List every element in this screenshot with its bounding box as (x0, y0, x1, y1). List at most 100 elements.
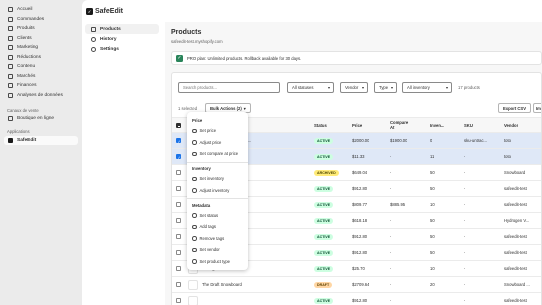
menu-item-add-tags[interactable]: Add tags (187, 221, 248, 233)
menu-item-adjust-price[interactable]: Adjust price (187, 137, 248, 149)
status-badge: ACTIVE (314, 261, 334, 276)
search-input[interactable] (178, 82, 280, 93)
inventory-cell: 50 (430, 250, 435, 255)
status-badge: DRAFT (314, 277, 333, 292)
app-nav-settings[interactable]: Settings (85, 44, 159, 54)
compare-at-cell: - (390, 250, 392, 255)
row-checkbox[interactable] (176, 202, 181, 207)
row-checkbox[interactable] (176, 218, 181, 223)
row-checkbox[interactable] (176, 170, 181, 175)
vendor-cell: safeedit-test (504, 250, 527, 255)
price-cell: $618.18 (352, 218, 368, 223)
product-thumbnail (188, 296, 198, 305)
vendor-cell: Snowboard (504, 170, 526, 175)
row-checkbox[interactable] (176, 234, 181, 239)
home-icon (8, 7, 13, 13)
row-checkbox[interactable] (176, 298, 181, 303)
sidebar-item-finances[interactable]: Finances (0, 81, 82, 91)
sku-cell: - (464, 250, 466, 255)
status-badge-label: ACTIVE (314, 185, 334, 192)
row-checkbox[interactable] (176, 266, 181, 271)
app-panel: ✓ SafeEdit Products History Settings Pro… (82, 0, 542, 305)
store-icon (8, 116, 13, 122)
sidebar-item-accueil[interactable]: Accueil (0, 5, 82, 15)
chevron-down-icon: ▾ (243, 105, 246, 111)
row-checkbox[interactable] (176, 186, 181, 191)
menu-item-set-status[interactable]: Set status (187, 210, 248, 222)
price-cell: $912.80 (352, 298, 368, 303)
menu-item-set-vendor[interactable]: Set vendor (187, 244, 248, 256)
status-badge-label: ACTIVE (314, 217, 334, 224)
header-price[interactable]: Price (352, 118, 362, 132)
app-nav: Products History Settings (82, 24, 162, 54)
export-csv-button[interactable]: Export CSV (497, 103, 531, 113)
vendor-cell: Snowboard ... (504, 282, 530, 287)
header-inventory[interactable]: Inven... (430, 118, 444, 132)
app-logo-icon: ✓ (86, 7, 93, 15)
inventory-cell: 50 (430, 186, 435, 191)
menu-item-adjust-inventory[interactable]: Adjust inventory (187, 185, 248, 197)
person-icon (8, 35, 13, 41)
sidebar-item-safeedit[interactable]: SafeEdit (4, 135, 78, 145)
sidebar-item-commandes[interactable]: Commandes (0, 15, 82, 25)
app-nav-history[interactable]: History (85, 34, 159, 44)
product-thumbnail (188, 280, 198, 290)
select-all-checkbox[interactable] (176, 122, 181, 128)
vendor-cell: Hydrogen V... (504, 218, 530, 223)
action-icon (192, 188, 197, 193)
compare-at-cell: - (390, 170, 392, 175)
action-icon (192, 224, 197, 229)
menu-item-set-compare-at-price[interactable]: Set compare at price (187, 148, 248, 160)
menu-item-set-price[interactable]: Set price (187, 125, 248, 137)
admin-sidebar: Accueil Commandes Produits Clients Marketing… (0, 0, 82, 305)
action-icon (192, 259, 197, 264)
sku-cell: - (464, 266, 466, 271)
vendor-cell: safeedit-test (504, 298, 527, 303)
table-row[interactable]: The Draft Snowboard DRAFT $2709.64 - 20 - Snow… (172, 276, 541, 292)
app-nav-products[interactable]: Products (85, 24, 159, 34)
plan-banner: ✓ PRO plan: Unlimited products. Rollback… (171, 51, 542, 65)
sidebar-item-analyses-de-donn-es[interactable]: Analyses de données (0, 91, 82, 101)
type-filter[interactable]: Type (374, 82, 397, 93)
inventory-cell: 20 (430, 282, 435, 287)
status-badge-label: ACTIVE (314, 201, 334, 208)
import-button[interactable]: Imp (533, 103, 541, 113)
row-checkbox[interactable] (176, 250, 181, 255)
inventory-cell: 11 (430, 154, 435, 159)
status-badge-label: ACTIVE (314, 265, 334, 272)
row-checkbox[interactable] (176, 154, 181, 160)
header-vendor[interactable]: Vendor (504, 118, 518, 132)
vendor-filter[interactable]: Vendor (340, 82, 368, 93)
status-badge: ACTIVE (314, 181, 334, 196)
table-row[interactable]: ACTIVE $912.80 - - safeedit-test (172, 292, 541, 305)
price-cell: $809.77 (352, 202, 368, 207)
sidebar-item-contenu[interactable]: Contenu (0, 62, 82, 72)
menu-item-set-inventory[interactable]: Set inventory (187, 173, 248, 185)
vendor-cell: safeedit-test (504, 234, 527, 239)
sidebar-item-marketing[interactable]: Marketing (0, 43, 82, 53)
action-icon (192, 236, 197, 241)
row-checkbox[interactable] (176, 138, 181, 144)
action-icon (192, 140, 197, 145)
menu-item-remove-tags[interactable]: Remove tags (187, 233, 248, 245)
compare-at-cell: - (390, 282, 392, 287)
menu-item-set-product-type[interactable]: Set product type (187, 256, 248, 268)
sidebar-item-online-store[interactable]: Boutique en ligne (0, 114, 82, 124)
sidebar-item-r-ductions[interactable]: Réductions (0, 53, 82, 63)
header-sku[interactable]: SKU (464, 118, 473, 132)
header-status[interactable]: Status (314, 118, 327, 132)
filter-bar: All statuses Vendor Type All inventory 1… (178, 82, 541, 93)
compare-at-cell: - (390, 266, 392, 271)
status-filter[interactable]: All statuses (287, 82, 334, 93)
product-title[interactable]: The Draft Snowboard (202, 277, 242, 292)
status-badge: ARCHIVED (314, 165, 339, 180)
sidebar-item-march-s[interactable]: Marchés (0, 72, 82, 82)
inventory-cell: 10 (430, 202, 435, 207)
row-checkbox[interactable] (176, 282, 181, 287)
header-compare-at[interactable]: Compare At (390, 118, 412, 132)
sidebar-item-clients[interactable]: Clients (0, 34, 82, 44)
sidebar-item-produits[interactable]: Produits (0, 24, 82, 34)
status-badge-label: ACTIVE (314, 153, 334, 160)
price-cell: $912.80 (352, 250, 368, 255)
inventory-filter[interactable]: All inventory (402, 82, 452, 93)
